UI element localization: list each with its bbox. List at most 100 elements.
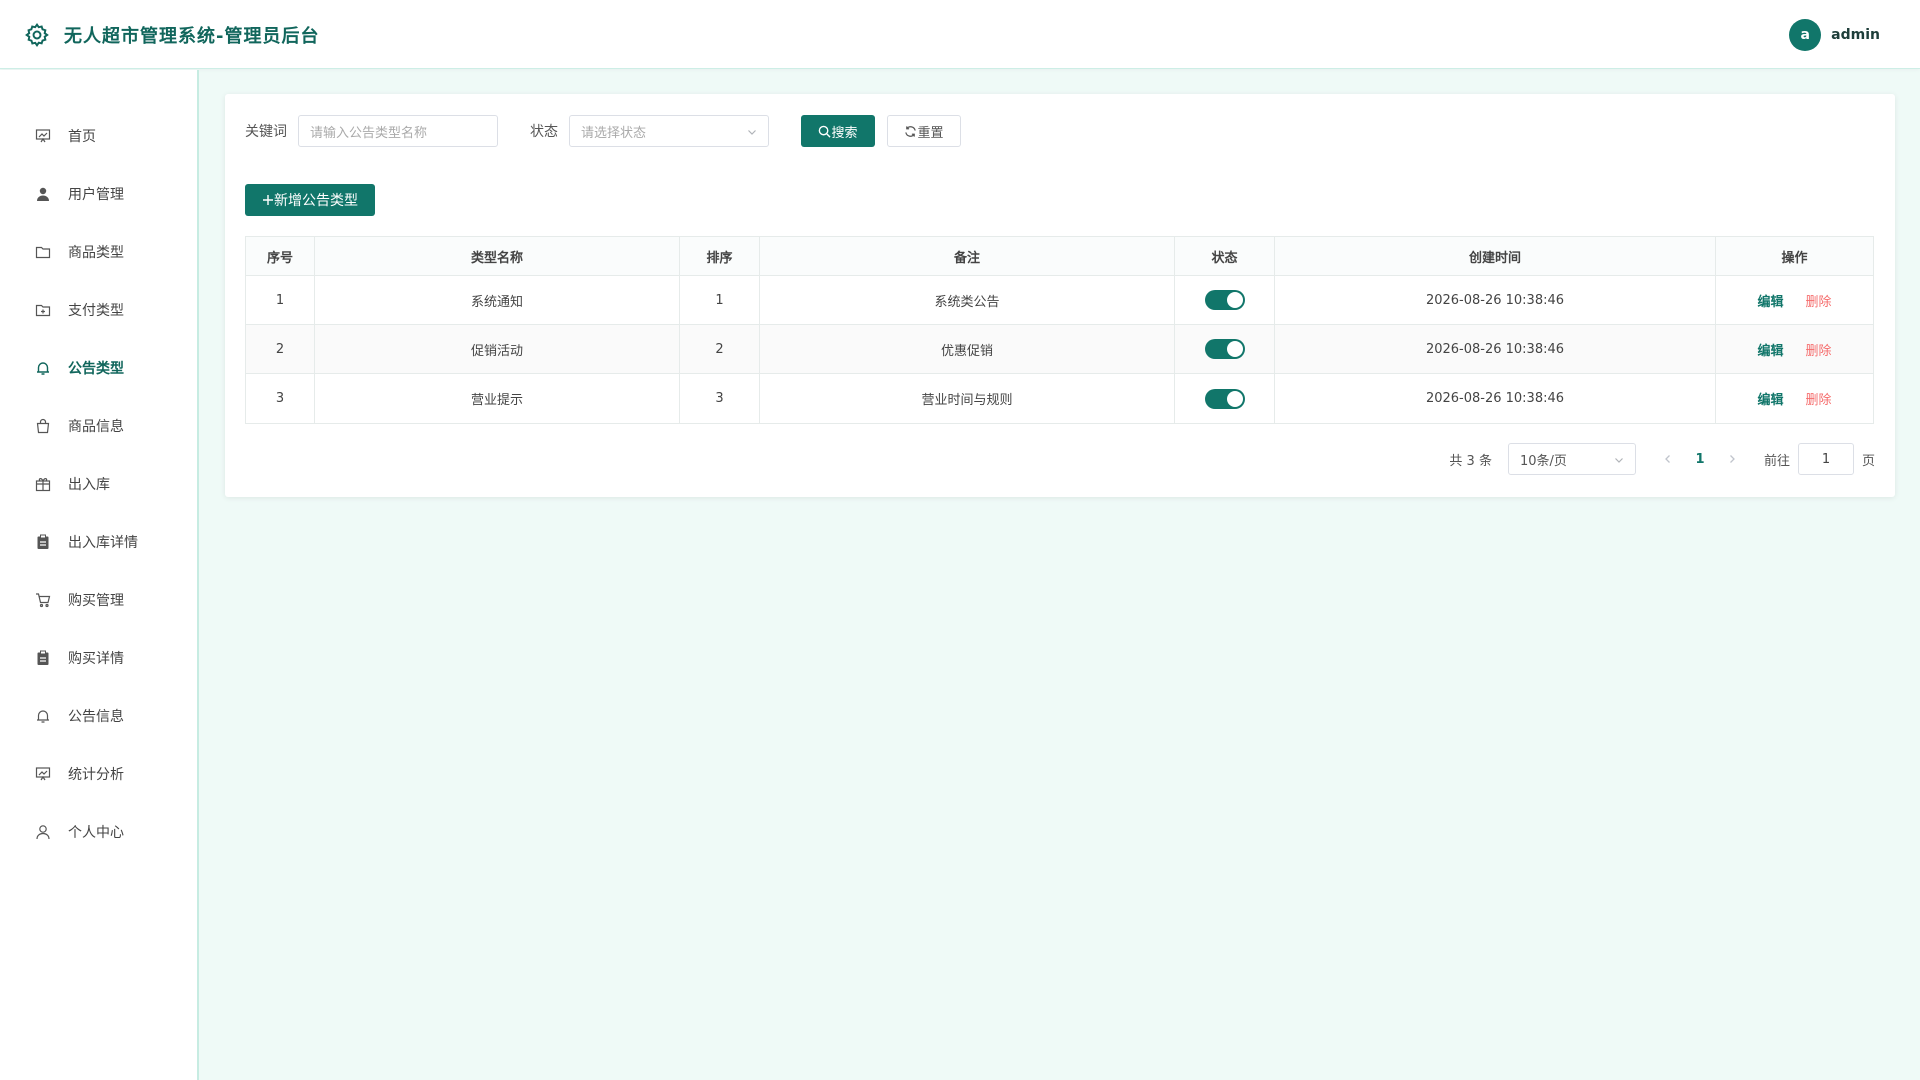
- sidebar-item-label: 个人中心: [68, 825, 124, 841]
- page-suffix: 页: [1861, 453, 1875, 469]
- status-toggle[interactable]: [1204, 290, 1245, 310]
- sidebar-item-purchase[interactable]: 购买管理: [0, 580, 197, 620]
- table-row: 1 系统通知 1 系统类公告 2026-08-26 10:38:46 编辑 删除: [246, 276, 1873, 325]
- shopping-bag-icon: [34, 417, 52, 435]
- keyword-placeholder: 请输入公告类型名称: [310, 125, 428, 141]
- column-header-sort: 排序: [680, 237, 760, 275]
- sidebar-item-label: 购买管理: [68, 593, 124, 609]
- cell-sort: 2: [680, 325, 760, 373]
- pagination: 共 3 条 10条/页 1 前往 1 页: [1449, 443, 1875, 475]
- monitor-chart-icon: [34, 765, 52, 783]
- total-count: 共 3 条: [1449, 453, 1492, 469]
- cell-sort: 3: [680, 374, 760, 423]
- column-header-created: 创建时间: [1275, 237, 1716, 275]
- status-toggle[interactable]: [1204, 388, 1245, 409]
- goto-label: 前往: [1763, 453, 1790, 469]
- sidebar-item-label: 统计分析: [68, 767, 124, 783]
- cell-status: [1175, 325, 1275, 373]
- cell-actions: 编辑 删除: [1716, 325, 1873, 373]
- reset-button[interactable]: 重置: [887, 115, 961, 147]
- chevron-right-icon: [1730, 455, 1735, 463]
- edit-button[interactable]: 编辑: [1757, 291, 1783, 310]
- delete-button[interactable]: 删除: [1806, 389, 1832, 408]
- sidebar-item-label: 出入库: [68, 477, 110, 493]
- toggle-knob: [1226, 390, 1243, 407]
- app-title: 无人超市管理系统-管理员后台: [64, 26, 320, 47]
- search-button[interactable]: 搜索: [801, 115, 875, 147]
- sidebar-item-profile[interactable]: 个人中心: [0, 812, 197, 852]
- column-header-name: 类型名称: [315, 237, 680, 275]
- gift-box-icon: [34, 475, 52, 493]
- sidebar-item-stock-detail[interactable]: 出入库详情: [0, 522, 197, 562]
- edit-button[interactable]: 编辑: [1757, 389, 1783, 408]
- username[interactable]: admin: [1831, 27, 1880, 43]
- sidebar-item-label: 首页: [68, 129, 96, 145]
- page-size-select[interactable]: 10条/页: [1507, 443, 1636, 475]
- next-page-button[interactable]: [1716, 443, 1748, 475]
- sidebar-item-notice-info[interactable]: 公告信息: [0, 696, 197, 736]
- chevron-down-icon: [748, 130, 756, 135]
- sidebar-item-statistics[interactable]: 统计分析: [0, 754, 197, 794]
- chevron-down-icon: [1615, 458, 1623, 463]
- shopping-cart-icon: [34, 591, 52, 609]
- refresh-icon: [905, 125, 917, 137]
- prev-page-button[interactable]: [1652, 443, 1684, 475]
- cell-index: 3: [246, 374, 315, 423]
- sidebar: 首页 用户管理 商品类型 支付类型 公告类型 商品信息 出入库 出入库详情 购买…: [0, 70, 199, 1080]
- sidebar-item-purchase-detail[interactable]: 购买详情: [0, 638, 197, 678]
- sidebar-item-label: 商品信息: [68, 419, 124, 435]
- add-button-label: 新增公告类型: [274, 193, 358, 209]
- content-card: 关键词 请输入公告类型名称 状态 请选择状态 搜索 重置 新增公告类型 序号 类…: [225, 94, 1895, 497]
- cell-status: [1175, 374, 1275, 423]
- user-filled-icon: [34, 185, 52, 203]
- cell-name: 营业提示: [315, 374, 680, 423]
- sidebar-item-label: 购买详情: [68, 651, 124, 667]
- delete-button[interactable]: 删除: [1806, 291, 1832, 310]
- column-header-remark: 备注: [760, 237, 1175, 275]
- keyword-input[interactable]: 请输入公告类型名称: [298, 115, 498, 147]
- sidebar-item-notice-type[interactable]: 公告类型: [0, 348, 197, 388]
- gear-icon: [25, 23, 49, 48]
- sidebar-item-label: 出入库详情: [68, 535, 138, 551]
- column-header-status: 状态: [1175, 237, 1275, 275]
- table-header-row: 序号 类型名称 排序 备注 状态 创建时间 操作: [246, 237, 1873, 276]
- cell-actions: 编辑 删除: [1716, 276, 1873, 324]
- bell-icon: [34, 707, 52, 725]
- column-header-index: 序号: [246, 237, 315, 275]
- status-toggle[interactable]: [1204, 339, 1245, 359]
- goto-page-input[interactable]: 1: [1797, 443, 1854, 475]
- edit-button[interactable]: 编辑: [1757, 340, 1783, 359]
- column-header-actions: 操作: [1781, 250, 1808, 266]
- cell-index: 2: [246, 325, 315, 373]
- cell-remark: 优惠促销: [760, 325, 1175, 373]
- table-row: 2 促销活动 2 优惠促销 2026-08-26 10:38:46 编辑 删除: [246, 325, 1873, 374]
- sidebar-item-users[interactable]: 用户管理: [0, 174, 197, 214]
- chevron-left-icon: [1665, 455, 1670, 463]
- search-button-label: 搜索: [831, 125, 858, 141]
- sidebar-item-product-info[interactable]: 商品信息: [0, 406, 197, 446]
- sidebar-item-payment-type[interactable]: 支付类型: [0, 290, 197, 330]
- toggle-knob: [1226, 341, 1243, 357]
- search-form: 关键词 请输入公告类型名称 状态 请选择状态 搜索 重置: [245, 115, 961, 147]
- sidebar-item-home[interactable]: 首页: [0, 116, 197, 156]
- status-select[interactable]: 请选择状态: [569, 115, 769, 147]
- delete-button[interactable]: 删除: [1806, 340, 1832, 359]
- user-menu[interactable]: a admin: [1789, 19, 1880, 51]
- sidebar-item-label: 商品类型: [68, 245, 124, 261]
- folder-icon: [34, 243, 52, 261]
- page-number[interactable]: 1: [1684, 443, 1716, 475]
- sidebar-item-stock[interactable]: 出入库: [0, 464, 197, 504]
- table-row: 3 营业提示 3 营业时间与规则 2026-08-26 10:38:46 编辑 …: [246, 374, 1873, 423]
- status-placeholder: 请选择状态: [581, 125, 647, 141]
- sidebar-item-label: 支付类型: [68, 303, 124, 319]
- add-notice-type-button[interactable]: 新增公告类型: [245, 184, 375, 216]
- user-icon: [34, 823, 52, 841]
- search-icon: [819, 125, 832, 138]
- folder-add-icon: [34, 301, 52, 319]
- sidebar-item-product-type[interactable]: 商品类型: [0, 232, 197, 272]
- cell-status: [1175, 276, 1275, 324]
- page-size-value: 10条/页: [1519, 453, 1567, 469]
- toggle-knob: [1226, 292, 1243, 308]
- avatar[interactable]: a: [1789, 19, 1822, 51]
- cell-created: 2026-08-26 10:38:46: [1275, 325, 1716, 373]
